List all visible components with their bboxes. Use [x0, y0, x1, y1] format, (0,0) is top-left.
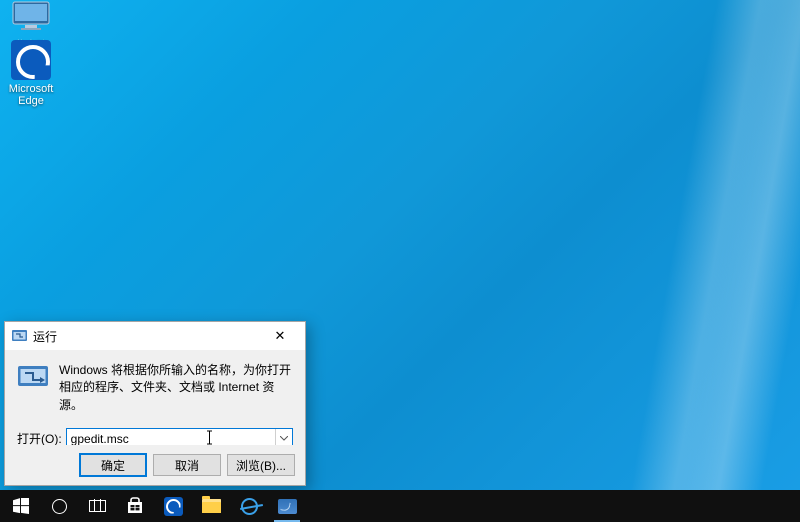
run-dialog: 运行 ✕ Windows 将根据你所输入的名称，为你打开相应的程序、文件夹、文档… — [4, 321, 306, 486]
taskbar-internet-explorer[interactable] — [230, 490, 268, 522]
task-view-button[interactable] — [78, 490, 116, 522]
desktop-icon-edge[interactable]: Microsoft Edge — [0, 40, 66, 107]
search-icon — [52, 499, 67, 514]
search-button[interactable] — [40, 490, 78, 522]
store-icon — [126, 497, 144, 515]
run-icon — [278, 499, 297, 514]
windows-icon — [13, 498, 29, 514]
taskbar — [0, 490, 800, 522]
taskbar-file-explorer[interactable] — [192, 490, 230, 522]
internet-explorer-icon — [241, 498, 258, 515]
edge-icon — [164, 497, 183, 516]
file-explorer-icon — [202, 499, 221, 513]
run-title-text: 运行 — [33, 328, 57, 345]
this-pc-icon — [10, 0, 52, 34]
chevron-down-icon — [280, 436, 288, 441]
close-icon: ✕ — [275, 328, 286, 344]
taskbar-edge[interactable] — [154, 490, 192, 522]
taskbar-store[interactable] — [116, 490, 154, 522]
close-button[interactable]: ✕ — [259, 324, 301, 348]
browse-button[interactable]: 浏览(B)... — [227, 454, 295, 476]
run-titlebar[interactable]: 运行 ✕ — [5, 322, 305, 350]
run-description: Windows 将根据你所输入的名称，为你打开相应的程序、文件夹、文档或 Int… — [59, 362, 293, 414]
cancel-button[interactable]: 取消 — [153, 454, 221, 476]
taskbar-run[interactable] — [268, 490, 306, 522]
run-title-icon — [11, 328, 27, 344]
run-button-row: 确定 取消 浏览(B)... — [5, 445, 305, 485]
text-cursor-icon — [206, 430, 207, 445]
edge-icon — [11, 40, 51, 80]
desktop-icon-label: Microsoft Edge — [0, 83, 66, 107]
wallpaper-beams — [600, 0, 800, 522]
task-view-icon — [89, 500, 106, 512]
start-button[interactable] — [2, 490, 40, 522]
run-app-icon — [17, 362, 49, 394]
ok-button[interactable]: 确定 — [79, 453, 147, 477]
